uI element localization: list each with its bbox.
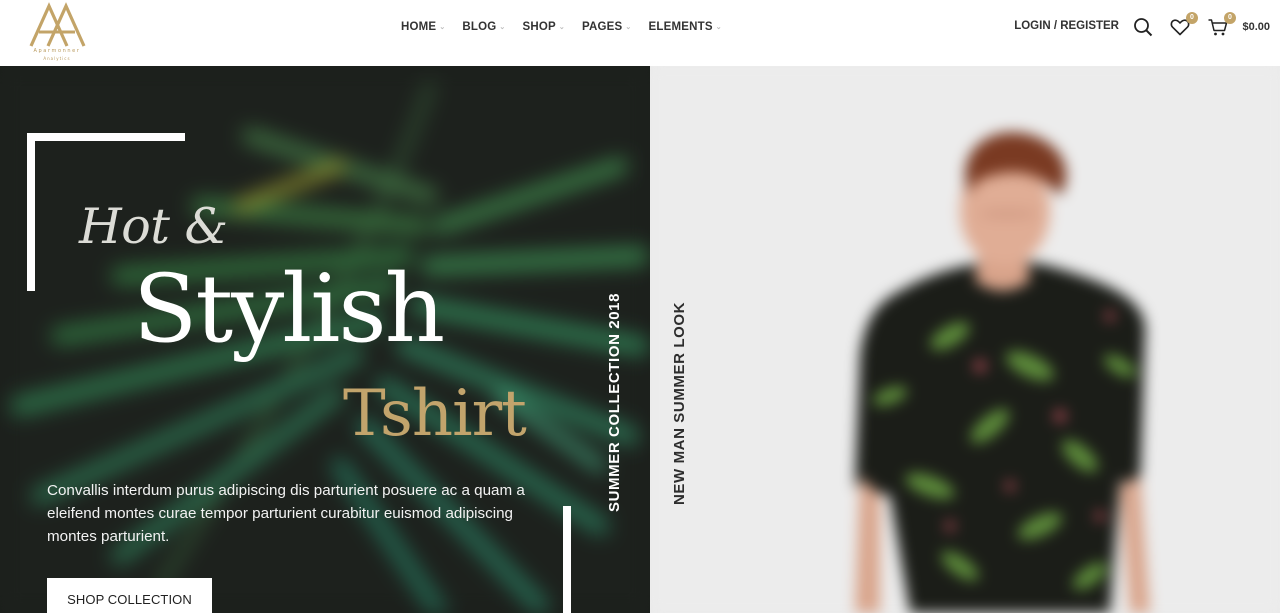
site-header: Aparmonner Analytics HOME ⌄ BLOG ⌄ SHOP ⌄ P…	[0, 0, 1280, 66]
nav-item-home[interactable]: HOME ⌄	[401, 20, 445, 34]
main-nav: HOME ⌄ BLOG ⌄ SHOP ⌄ PAGES ⌄ ELEMENTS ⌄	[401, 20, 739, 34]
vertical-label-look: NEW MAN SUMMER LOOK	[671, 301, 688, 505]
cart-button[interactable]: 0	[1207, 12, 1236, 38]
nav-item-shop[interactable]: SHOP ⌄	[523, 20, 565, 34]
brand-logo[interactable]: Aparmonner Analytics	[28, 2, 86, 62]
nav-item-blog[interactable]: BLOG ⌄	[462, 20, 505, 34]
login-register-link[interactable]: LOGIN / REGISTER	[1014, 20, 1119, 32]
shop-collection-button[interactable]: SHOP COLLECTION	[47, 578, 212, 613]
model-photo-image	[650, 66, 1280, 613]
nav-item-elements[interactable]: ELEMENTS ⌄	[648, 20, 721, 34]
hero-heading-tshirt: Tshirt	[343, 377, 527, 451]
cart-count-badge: 0	[1224, 12, 1236, 24]
hero-heading-stylish: Stylish	[133, 255, 445, 364]
nav-item-label: SHOP	[522, 21, 556, 33]
decorative-frame-top	[27, 133, 185, 141]
decorative-frame-line	[563, 506, 571, 613]
hero-heading-hot: Hot &	[79, 198, 228, 255]
hero-right-panel	[650, 66, 1280, 613]
chevron-down-icon: ⌄	[558, 24, 565, 31]
nav-item-label: ELEMENTS	[648, 21, 713, 33]
chevron-down-icon: ⌄	[439, 24, 446, 31]
search-icon	[1134, 18, 1153, 37]
hero-slider: Hot & Stylish Tshirt Convallis interdum …	[0, 66, 1280, 613]
chevron-down-icon: ⌄	[499, 24, 506, 31]
hero-description: Convallis interdum purus adipiscing dis …	[47, 482, 525, 545]
search-button[interactable]	[1132, 16, 1154, 38]
logo-mark-icon	[29, 2, 86, 47]
nav-item-label: PAGES	[581, 21, 623, 33]
cart-total[interactable]: $0.00	[1242, 21, 1270, 33]
chevron-down-icon: ⌄	[715, 24, 722, 31]
hero-left-panel: Hot & Stylish Tshirt Convallis interdum …	[0, 66, 650, 613]
brand-tagline: Analytics	[43, 56, 71, 61]
wishlist-button[interactable]: 0	[1169, 12, 1198, 38]
wishlist-count-badge: 0	[1186, 12, 1198, 24]
chevron-down-icon: ⌄	[625, 24, 632, 31]
decorative-frame-left	[27, 133, 35, 291]
nav-item-label: HOME	[401, 21, 437, 33]
vertical-label-collection: SUMMER COLLECTION 2018	[606, 292, 623, 512]
nav-item-label: BLOG	[462, 21, 497, 33]
brand-name: Aparmonner	[33, 48, 81, 54]
nav-item-pages[interactable]: PAGES ⌄	[582, 20, 632, 34]
